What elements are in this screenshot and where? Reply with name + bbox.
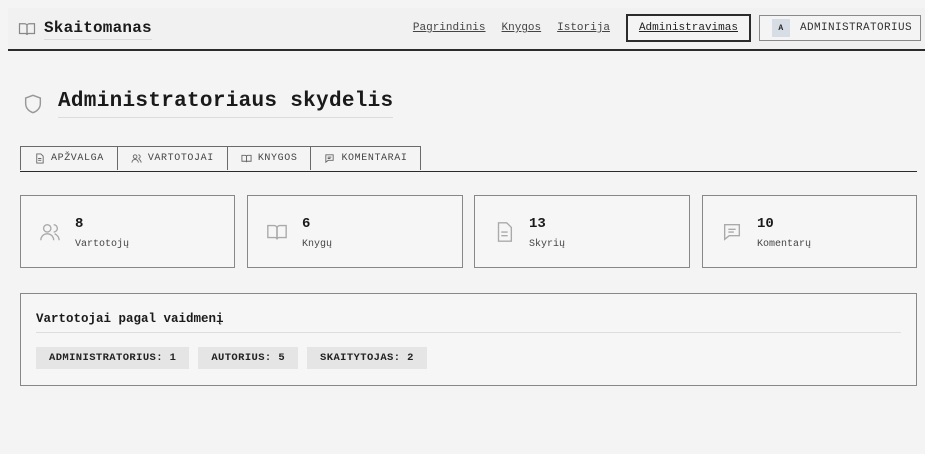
- stat-value: 13: [529, 216, 546, 232]
- stat-card-chapters: 13 Skyrių: [474, 195, 690, 268]
- nav-link-books[interactable]: Knygos: [502, 22, 542, 34]
- page-header: Administratoriaus skydelis: [22, 90, 394, 118]
- tab-label: APŽVALGA: [51, 153, 104, 164]
- stat-value: 10: [757, 216, 774, 232]
- shield-icon: [24, 94, 42, 114]
- tab-label: KNYGOS: [257, 153, 298, 164]
- tab-comments[interactable]: KOMENTARAI: [311, 146, 422, 170]
- page-title: Administratoriaus skydelis: [58, 90, 394, 118]
- book-icon: [267, 224, 287, 240]
- stat-card-books: 6 Knygų: [247, 195, 463, 268]
- panel-title: Vartotojai pagal vaidmenį: [36, 312, 224, 326]
- comment-icon: [325, 154, 335, 164]
- stat-card-users: 8 Vartotojų: [20, 195, 235, 268]
- divider: [36, 332, 901, 333]
- role-chip-reader: SKAITYTOJAS: 2: [307, 347, 427, 369]
- users-by-role-panel: Vartotojai pagal vaidmenį ADMINISTRATORI…: [20, 293, 917, 386]
- stat-value: 8: [75, 216, 84, 232]
- book-icon: [241, 154, 252, 163]
- nav-link-home[interactable]: Pagrindinis: [413, 22, 486, 34]
- app-name: Skaitomanas: [44, 19, 152, 40]
- tab-books[interactable]: KNYGOS: [227, 146, 312, 170]
- stat-label: Komentarų: [757, 239, 812, 250]
- comment-icon: [723, 223, 741, 241]
- stat-label: Skyrių: [529, 239, 566, 250]
- tab-label: KOMENTARAI: [341, 153, 408, 164]
- admin-tabs: APŽVALGA VARTOTOJAI KNYGOS KOMENTARAI: [20, 146, 917, 172]
- tab-overview[interactable]: APŽVALGA: [20, 146, 118, 170]
- document-icon: [497, 222, 513, 242]
- avatar: A: [771, 19, 790, 37]
- nav-link-history[interactable]: Istorija: [557, 22, 610, 34]
- top-bar: Skaitomanas Pagrindinis Knygos Istorija …: [8, 8, 925, 51]
- role-chip-author: AUTORIUS: 5: [198, 347, 299, 369]
- stat-label: Knygų: [302, 239, 333, 250]
- nav-link-admin[interactable]: Administravimas: [625, 14, 751, 42]
- users-icon: [40, 223, 60, 241]
- users-icon: [131, 154, 142, 163]
- book-icon: [18, 23, 36, 36]
- stat-label: Vartotojų: [75, 239, 130, 250]
- user-role-label: ADMINISTRATORIUS: [799, 22, 912, 34]
- stat-value: 6: [302, 216, 311, 232]
- tab-label: VARTOTOJAI: [147, 153, 214, 164]
- document-icon: [36, 153, 44, 164]
- user-menu-button[interactable]: A ADMINISTRATORIUS: [758, 15, 921, 41]
- main-nav: Pagrindinis Knygos Istorija Administravi…: [397, 14, 921, 42]
- stat-card-comments: 10 Komentarų: [702, 195, 917, 268]
- role-chips: ADMINISTRATORIUS: 1 AUTORIUS: 5 SKAITYTO…: [36, 347, 427, 369]
- tab-users[interactable]: VARTOTOJAI: [117, 146, 228, 170]
- role-chip-admin: ADMINISTRATORIUS: 1: [36, 347, 190, 369]
- brand[interactable]: Skaitomanas: [18, 17, 152, 41]
